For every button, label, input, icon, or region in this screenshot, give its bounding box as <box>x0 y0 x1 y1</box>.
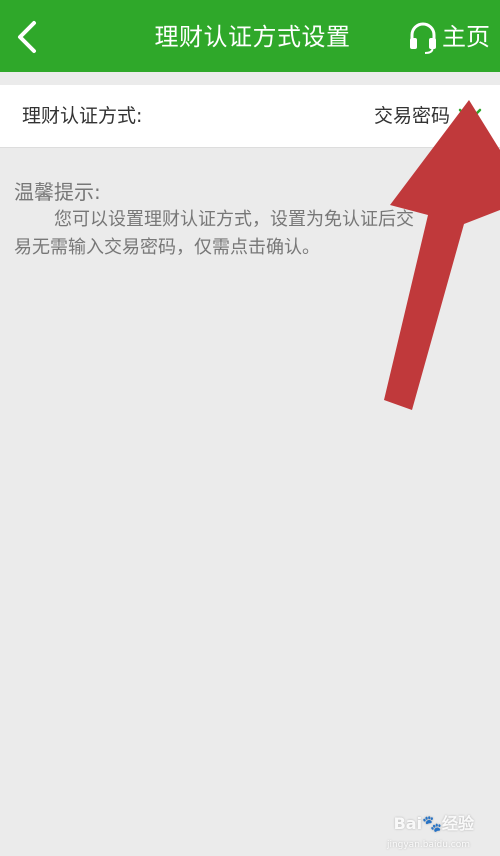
headset-icon <box>410 22 436 54</box>
home-label: 主页 <box>442 23 490 51</box>
baidu-watermark: Bai🐾经验 <box>393 814 474 833</box>
back-button[interactable] <box>0 0 60 72</box>
auth-method-label: 理财认证方式: <box>22 105 143 127</box>
baidu-watermark-url: jingyan.baidu.com <box>386 840 470 850</box>
header-bar: 理财认证方式设置 主页 <box>0 0 500 72</box>
page-title: 理财认证方式设置 <box>154 23 351 51</box>
red-arrow-annotation <box>384 100 500 410</box>
chevron-left-icon <box>18 21 36 53</box>
home-button[interactable]: 主页 <box>400 0 500 72</box>
tips-title: 温馨提示: <box>14 180 101 204</box>
tips-body: 您可以设置理财认证方式，设置为免认证后交易无需输入交易密码，仅需点击确认。 <box>14 209 414 258</box>
